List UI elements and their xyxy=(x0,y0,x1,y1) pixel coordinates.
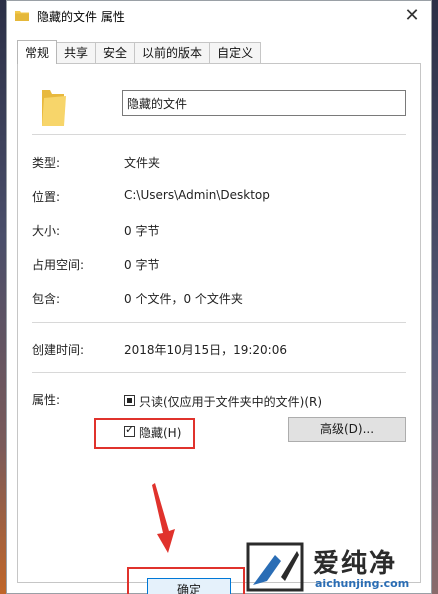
watermark: 爱纯净 aichunjing.com xyxy=(245,541,438,594)
watermark-title: 爱纯净 xyxy=(313,549,398,579)
annotation-arrow-icon xyxy=(152,483,175,553)
type-value: 文件夹 xyxy=(124,156,161,170)
tab-sharing[interactable]: 共享 xyxy=(56,42,97,63)
advanced-button[interactable]: 高级(D)... xyxy=(288,417,406,442)
close-icon: ✕ xyxy=(404,5,420,26)
disk-size-label: 占用空间: xyxy=(32,258,85,272)
size-label: 大小: xyxy=(32,224,61,238)
folder-icon xyxy=(42,90,66,126)
divider xyxy=(32,372,406,373)
close-button[interactable]: ✕ xyxy=(399,3,425,29)
properties-dialog: 隐藏的文件 属性 ✕ 常规 共享 安全 以前的版本 自定义 隐藏的文件 类型: … xyxy=(6,0,432,594)
attributes-label: 属性: xyxy=(32,393,61,407)
disk-size-value: 0 字节 xyxy=(124,258,160,272)
type-label: 类型: xyxy=(32,156,61,170)
readonly-checkbox[interactable] xyxy=(124,395,135,406)
divider xyxy=(32,322,406,323)
size-value: 0 字节 xyxy=(124,224,160,238)
watermark-url: aichunjing.com xyxy=(315,577,410,590)
divider xyxy=(32,134,406,135)
contains-value: 0 个文件，0 个文件夹 xyxy=(124,292,243,306)
tab-customize[interactable]: 自定义 xyxy=(209,42,262,63)
desktop-background-right xyxy=(432,0,438,594)
location-label: 位置: xyxy=(32,190,61,204)
tab-bar: 常规 共享 安全 以前的版本 自定义 xyxy=(17,40,262,64)
folder-icon xyxy=(15,11,29,21)
title-bar: 隐藏的文件 属性 ✕ xyxy=(7,1,431,31)
created-value: 2018年10月15日，19:20:06 xyxy=(124,343,287,357)
watermark-logo-icon xyxy=(246,542,304,592)
created-label: 创建时间: xyxy=(32,343,85,357)
contains-label: 包含: xyxy=(32,292,61,306)
folder-name-input[interactable]: 隐藏的文件 xyxy=(122,90,406,116)
tab-previous-versions[interactable]: 以前的版本 xyxy=(134,42,211,63)
tab-security[interactable]: 安全 xyxy=(95,42,136,63)
annotation-highlight-box xyxy=(94,418,195,449)
window-title: 隐藏的文件 属性 xyxy=(37,10,125,24)
tab-general[interactable]: 常规 xyxy=(17,40,58,64)
readonly-label: 只读(仅应用于文件夹中的文件)(R) xyxy=(139,395,323,409)
location-value: C:\Users\Admin\Desktop xyxy=(124,188,270,202)
general-panel: 隐藏的文件 类型: 文件夹 位置: C:\Users\Admin\Desktop… xyxy=(17,63,421,583)
annotation-highlight-box xyxy=(127,567,245,594)
